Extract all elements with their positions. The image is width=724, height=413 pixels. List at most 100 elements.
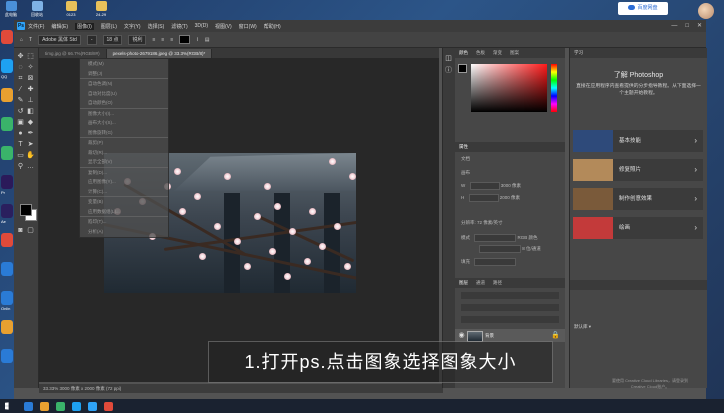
- desktop-app-icon[interactable]: [1, 349, 13, 363]
- font-style-select[interactable]: -: [86, 34, 97, 45]
- tab-swatches[interactable]: 色板: [476, 48, 485, 58]
- taskbar-app-icon[interactable]: [24, 402, 33, 411]
- image-menu-item[interactable]: 应用数据组(L)...: [80, 207, 168, 217]
- library-select[interactable]: 默认库 ▾: [574, 324, 591, 330]
- image-menu-item[interactable]: 自动对比度(U): [80, 89, 168, 99]
- fill-select[interactable]: [474, 258, 517, 266]
- shape-tool-icon[interactable]: ▭: [16, 151, 25, 160]
- image-menu-item[interactable]: 调整(J): [80, 69, 168, 79]
- crop-tool-icon[interactable]: ⌗: [16, 74, 25, 83]
- desktop-app-icon[interactable]: Onlin: [1, 291, 13, 311]
- menu-item[interactable]: 图层(L): [101, 23, 117, 30]
- desktop-app-icon[interactable]: [1, 320, 13, 334]
- align-left-icon[interactable]: ≡: [152, 37, 155, 43]
- height-field[interactable]: [468, 194, 499, 202]
- image-menu-item[interactable]: 复制(D)...: [80, 166, 168, 178]
- blur-tool-icon[interactable]: ◆: [26, 118, 35, 127]
- menu-item[interactable]: 图像(I): [75, 22, 94, 30]
- taskbar-app-icon[interactable]: [104, 402, 113, 411]
- move-tool-icon[interactable]: ✥: [16, 52, 25, 61]
- desktop-app-icon[interactable]: [1, 30, 13, 44]
- info-panel-icon[interactable]: ⓘ: [444, 66, 453, 75]
- image-menu-item[interactable]: 模式(M): [80, 59, 168, 69]
- hand-tool-icon[interactable]: ✋: [26, 151, 35, 160]
- tab-paths[interactable]: 路径: [493, 278, 502, 288]
- type-tool-icon[interactable]: T: [29, 37, 32, 43]
- path-select-tool-icon[interactable]: ➤: [26, 140, 35, 149]
- desktop-app-icon[interactable]: [1, 88, 13, 102]
- zoom-tool-icon[interactable]: ⚲: [16, 162, 25, 171]
- desktop-app-icon[interactable]: QQ: [1, 59, 13, 79]
- font-family-select[interactable]: Adobe 黑体 Std: [38, 34, 81, 45]
- image-menu-item[interactable]: 画布大小(S)...: [80, 118, 168, 128]
- taskbar-app-icon[interactable]: [88, 402, 97, 411]
- menu-item[interactable]: 视图(V): [215, 23, 232, 30]
- avatar[interactable]: [698, 3, 714, 19]
- menu-item[interactable]: 文字(Y): [124, 23, 141, 30]
- image-menu-item[interactable]: 图像大小(I)...: [80, 107, 168, 119]
- image-menu-item[interactable]: 图像旋转(G): [80, 128, 168, 138]
- menu-item[interactable]: 文件(F): [28, 23, 44, 30]
- magic-wand-tool-icon[interactable]: ✧: [26, 63, 35, 72]
- desktop-icon-this-pc[interactable]: 此电脑: [0, 0, 22, 20]
- foreground-color-swatch[interactable]: [20, 204, 32, 216]
- menu-item[interactable]: 3D(D): [195, 23, 208, 30]
- desktop-icon-folder-2429[interactable]: 24-29: [90, 0, 112, 20]
- menu-item[interactable]: 滤镜(T): [171, 23, 187, 30]
- brush-tool-icon[interactable]: ✎: [16, 96, 25, 105]
- baidu-netdisk-button[interactable]: 百度网盘: [618, 2, 668, 15]
- healing-tool-icon[interactable]: ✚: [26, 85, 35, 94]
- layer-filter-bar[interactable]: [461, 292, 559, 299]
- panels-toggle-icon[interactable]: ▤: [205, 37, 210, 43]
- image-menu-item[interactable]: 分析(A): [80, 227, 168, 237]
- tab-timg[interactable]: timg.jpg @ 66.7%(RGB/8#): [39, 49, 107, 58]
- width-field[interactable]: [469, 182, 500, 190]
- learn-card[interactable]: 基本技能 ›: [573, 130, 703, 152]
- image-menu-item[interactable]: 陷印(T)...: [80, 216, 168, 227]
- tab-pexels-photo[interactable]: pexels-photo-2679186.jpeg @ 33.3%(RGB/8)…: [106, 49, 213, 58]
- tab-channels[interactable]: 通道: [476, 278, 485, 288]
- desktop-app-icon[interactable]: Pr: [1, 175, 13, 195]
- depth-select[interactable]: [479, 245, 521, 253]
- menu-item[interactable]: 选择(S): [148, 23, 165, 30]
- dodge-tool-icon[interactable]: ●: [16, 129, 25, 138]
- eraser-tool-icon[interactable]: ◧: [26, 107, 35, 116]
- close-icon[interactable]: ✕: [697, 20, 702, 32]
- pen-tool-icon[interactable]: ✒: [26, 129, 35, 138]
- image-menu-item[interactable]: 显示全部(V): [80, 157, 168, 167]
- more-tools-icon[interactable]: …: [26, 162, 35, 171]
- taskbar-app-icon[interactable]: [56, 402, 65, 411]
- anti-alias-select[interactable]: 锐利: [128, 34, 147, 45]
- image-menu-item[interactable]: 自动颜色(O): [80, 98, 168, 108]
- align-right-icon[interactable]: ≡: [170, 37, 173, 43]
- align-center-icon[interactable]: ≡: [161, 37, 164, 43]
- image-menu-item[interactable]: 裁剪(P): [80, 137, 168, 148]
- text-color-swatch[interactable]: [179, 35, 191, 44]
- learn-card[interactable]: 绘画 ›: [573, 217, 703, 239]
- mode-select[interactable]: [474, 234, 517, 242]
- tab-patterns[interactable]: 图案: [510, 48, 519, 58]
- history-brush-tool-icon[interactable]: ↺: [16, 107, 25, 116]
- maximize-icon[interactable]: □: [685, 20, 689, 32]
- desktop-app-icon[interactable]: [1, 117, 13, 131]
- screen-mode-icon[interactable]: ▢: [26, 226, 35, 235]
- desktop-app-icon[interactable]: [1, 233, 13, 247]
- menu-item[interactable]: 编辑(E): [51, 23, 68, 30]
- stamp-tool-icon[interactable]: ⊥: [26, 96, 35, 105]
- minimize-icon[interactable]: —: [671, 20, 677, 32]
- eyedropper-tool-icon[interactable]: ⁄: [16, 85, 25, 94]
- image-menu-item[interactable]: 变量(B): [80, 196, 168, 207]
- home-icon[interactable]: ⌂: [20, 37, 23, 43]
- image-menu-item[interactable]: 计算(C)...: [80, 187, 168, 197]
- learn-card[interactable]: 修复照片 ›: [573, 159, 703, 181]
- text-tool-icon[interactable]: T: [16, 140, 25, 149]
- tab-gradients[interactable]: 渐变: [493, 48, 502, 58]
- warp-text-icon[interactable]: ⌇: [196, 37, 198, 43]
- menu-item[interactable]: 帮助(H): [264, 23, 281, 30]
- font-size-select[interactable]: 18 点: [102, 34, 123, 45]
- image-menu-item[interactable]: 自动色调(N): [80, 78, 168, 89]
- tab-layers[interactable]: 图层: [459, 278, 468, 288]
- color-picker-field[interactable]: [471, 64, 547, 112]
- color-fg-swatch[interactable]: [458, 64, 467, 73]
- desktop-app-icon[interactable]: Ae: [1, 204, 13, 224]
